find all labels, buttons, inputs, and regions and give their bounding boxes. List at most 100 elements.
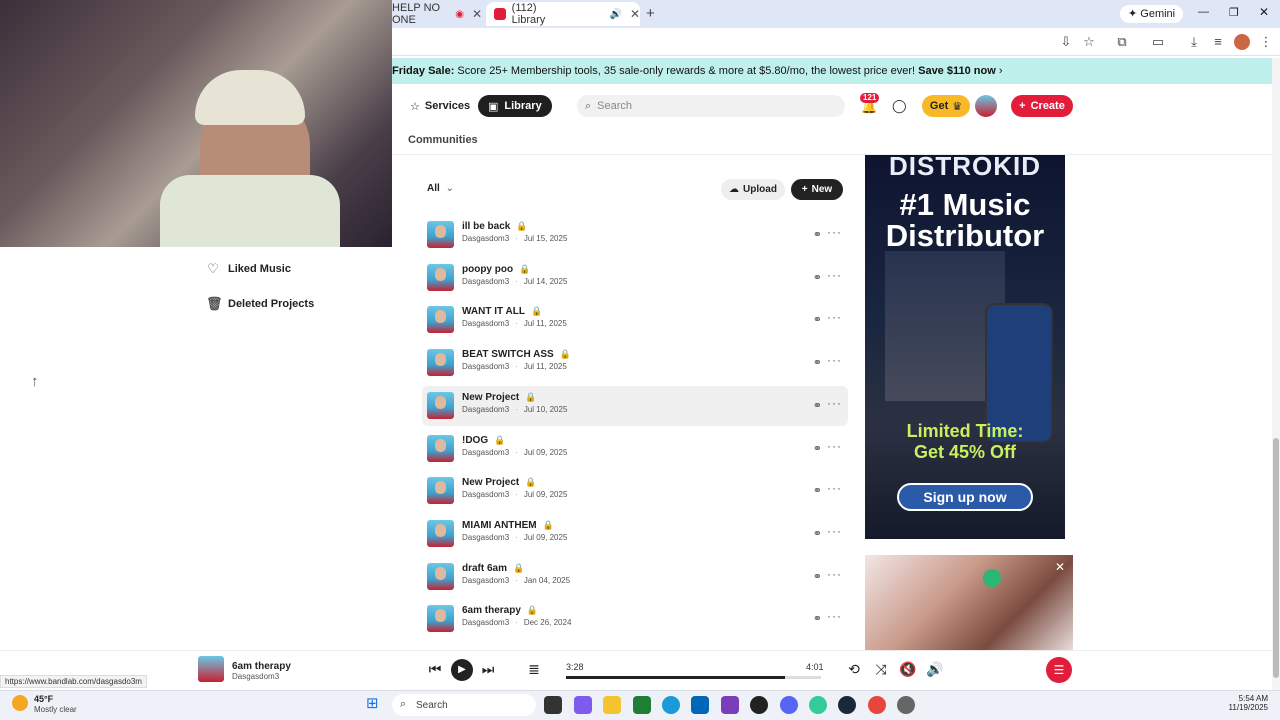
weather-desc[interactable]: Mostly clear — [34, 705, 77, 714]
tab-library[interactable]: (112) Library 🔊 ✕ — [486, 2, 640, 26]
project-cover-art[interactable] — [427, 562, 454, 590]
gemini-button[interactable]: ✦ Gemini — [1120, 5, 1184, 23]
more-options-icon[interactable]: ··· — [827, 310, 842, 324]
project-cover-art[interactable] — [427, 349, 454, 377]
playlist-icon[interactable]: ≣ — [525, 661, 543, 678]
project-title[interactable]: New Project 🔒 — [462, 477, 536, 488]
player-track-title[interactable]: 6am therapy — [232, 661, 291, 672]
player-cover-art[interactable] — [198, 656, 224, 682]
settings-gear-icon[interactable] — [897, 696, 915, 714]
project-author[interactable]: Dasgasdom3 — [462, 618, 509, 627]
upload-button[interactable]: ☁ Upload — [721, 179, 785, 200]
scroll-top-arrow-icon[interactable]: ↑ — [31, 373, 39, 390]
close-tab-icon[interactable]: ✕ — [472, 7, 482, 21]
more-options-icon[interactable]: ··· — [827, 268, 842, 282]
sidebar-item-liked-music[interactable]: ♡ Liked Music — [206, 261, 291, 277]
project-row[interactable]: New Project 🔒 Dasgasdom3 · Jul 10, 2025 ⚭ ··· — [422, 385, 848, 426]
queue-menu-button[interactable]: ☰ — [1046, 657, 1072, 683]
more-options-icon[interactable]: ··· — [827, 609, 842, 623]
create-button[interactable]: + Create — [1011, 95, 1073, 117]
mute-speaker-icon[interactable]: 🔇 — [899, 661, 917, 678]
audio-playing-icon[interactable]: 🔊 — [609, 9, 621, 20]
copilot-icon[interactable] — [574, 696, 592, 714]
more-options-icon[interactable]: ··· — [827, 225, 842, 239]
project-author[interactable]: Dasgasdom3 — [462, 405, 509, 414]
project-author[interactable]: Dasgasdom3 — [462, 234, 509, 243]
task-view-icon[interactable] — [544, 696, 562, 714]
project-title[interactable]: draft 6am 🔒 — [462, 563, 524, 574]
project-author[interactable]: Dasgasdom3 — [462, 490, 509, 499]
project-cover-art[interactable] — [427, 519, 454, 547]
promo-banner[interactable]: Friday Sale: Score 25+ Membership tools,… — [392, 58, 1272, 84]
more-options-icon[interactable]: ··· — [827, 439, 842, 453]
project-title[interactable]: BEAT SWITCH ASS 🔒 — [462, 349, 571, 360]
communities-link[interactable]: Communities — [408, 134, 478, 146]
taskbar-search[interactable]: ⌕ Search — [392, 694, 536, 716]
chrome-icon[interactable] — [868, 696, 886, 714]
player-artist[interactable]: Dasgasdom3 — [232, 672, 279, 681]
search-input[interactable]: ⌕ Search — [577, 95, 845, 117]
project-title[interactable]: WANT IT ALL 🔒 — [462, 306, 542, 317]
close-tab-icon[interactable]: ✕ — [630, 7, 640, 21]
messages-icon[interactable]: ◯ — [892, 98, 907, 114]
project-title[interactable]: MIAMI ANTHEM 🔒 — [462, 520, 554, 531]
more-options-icon[interactable]: ··· — [827, 524, 842, 538]
project-author[interactable]: Dasgasdom3 — [462, 362, 509, 371]
play-button[interactable]: ▶ — [451, 659, 473, 681]
collaborate-icon[interactable]: ⚭ — [813, 612, 822, 625]
project-row[interactable]: New Project 🔒 Dasgasdom3 · Jul 09, 2025 ⚭ ··· — [422, 471, 848, 511]
window-close-icon[interactable]: ✕ — [1259, 5, 1269, 19]
ad-signup-button[interactable]: Sign up now — [897, 483, 1033, 511]
discord-icon[interactable] — [780, 696, 798, 714]
project-cover-art[interactable] — [427, 477, 454, 505]
project-row[interactable]: !DOG 🔒 Dasgasdom3 · Jul 09, 2025 ⚭ ··· — [422, 429, 848, 469]
sidebar-item-deleted-projects[interactable]: 🗑 Deleted Projects — [206, 296, 314, 312]
new-tab-icon[interactable]: + — [646, 5, 655, 22]
project-author[interactable]: Dasgasdom3 — [462, 448, 509, 457]
previous-icon[interactable]: ⏮ — [426, 661, 444, 678]
collaborate-icon[interactable]: ⚭ — [813, 570, 822, 583]
project-cover-art[interactable] — [427, 263, 454, 291]
collaborate-icon[interactable]: ⚭ — [813, 399, 822, 412]
collaborate-icon[interactable]: ⚭ — [813, 271, 822, 284]
obs-icon[interactable] — [750, 696, 768, 714]
collaborate-icon[interactable]: ⚭ — [813, 442, 822, 455]
store-icon[interactable] — [691, 696, 709, 714]
project-author[interactable]: Dasgasdom3 — [462, 576, 509, 585]
minimize-icon[interactable]: — — [1198, 6, 1209, 18]
project-row[interactable]: ill be back 🔒 Dasgasdom3 · Jul 15, 2025 ⚭ ··· — [422, 215, 848, 255]
project-row[interactable]: poopy poo 🔒 Dasgasdom3 · Jul 14, 2025 ⚭ ··· — [422, 258, 848, 298]
media-icon[interactable]: ≡ — [1210, 34, 1226, 50]
project-cover-art[interactable] — [427, 391, 454, 419]
app-icon[interactable] — [721, 696, 739, 714]
project-row[interactable]: 6am therapy 🔒 Dasgasdom3 · Dec 26, 2024 ⚭ ··· — [422, 599, 848, 639]
extensions-icon[interactable]: ⧉ — [1114, 34, 1130, 50]
project-title[interactable]: New Project 🔒 — [462, 392, 536, 403]
weather-temp[interactable]: 45°F — [34, 694, 53, 704]
distrokid-ad[interactable]: DISTROKID #1 Music Distributor Limited T… — [865, 155, 1065, 539]
project-author[interactable]: Dasgasdom3 — [462, 319, 509, 328]
shuffle-icon[interactable]: ⤨ — [872, 661, 890, 678]
collaborate-icon[interactable]: ⚭ — [813, 356, 822, 369]
file-explorer-icon[interactable] — [603, 696, 621, 714]
tab-help-no-one[interactable]: HELP NO ONE ◉ ✕ — [392, 2, 482, 26]
new-project-button[interactable]: + New — [791, 179, 843, 200]
windows-start-icon[interactable]: ⊞ — [366, 695, 384, 713]
collaborate-icon[interactable]: ⚭ — [813, 313, 822, 326]
project-row[interactable]: draft 6am 🔒 Dasgasdom3 · Jan 04, 2025 ⚭ ··· — [422, 557, 848, 597]
project-row[interactable]: WANT IT ALL 🔒 Dasgasdom3 · Jul 11, 2025 ⚭ ··· — [422, 300, 848, 340]
steam-icon[interactable] — [838, 696, 856, 714]
project-author[interactable]: Dasgasdom3 — [462, 533, 509, 542]
volume-icon[interactable]: 🔊 — [926, 661, 944, 678]
avatar[interactable] — [975, 95, 997, 117]
excel-icon[interactable] — [633, 696, 651, 714]
project-cover-art[interactable] — [427, 434, 454, 462]
project-row[interactable]: BEAT SWITCH ASS 🔒 Dasgasdom3 · Jul 11, 2025 ⚭… — [422, 343, 848, 383]
more-options-icon[interactable]: ··· — [827, 481, 842, 495]
project-cover-art[interactable] — [427, 605, 454, 633]
more-options-icon[interactable]: ··· — [827, 567, 842, 581]
video-ad[interactable]: ✕ — [865, 555, 1073, 650]
sidepanel-icon[interactable]: ▭ — [1150, 34, 1166, 50]
project-title[interactable]: poopy poo 🔒 — [462, 264, 530, 275]
progress-bar[interactable] — [566, 676, 821, 679]
